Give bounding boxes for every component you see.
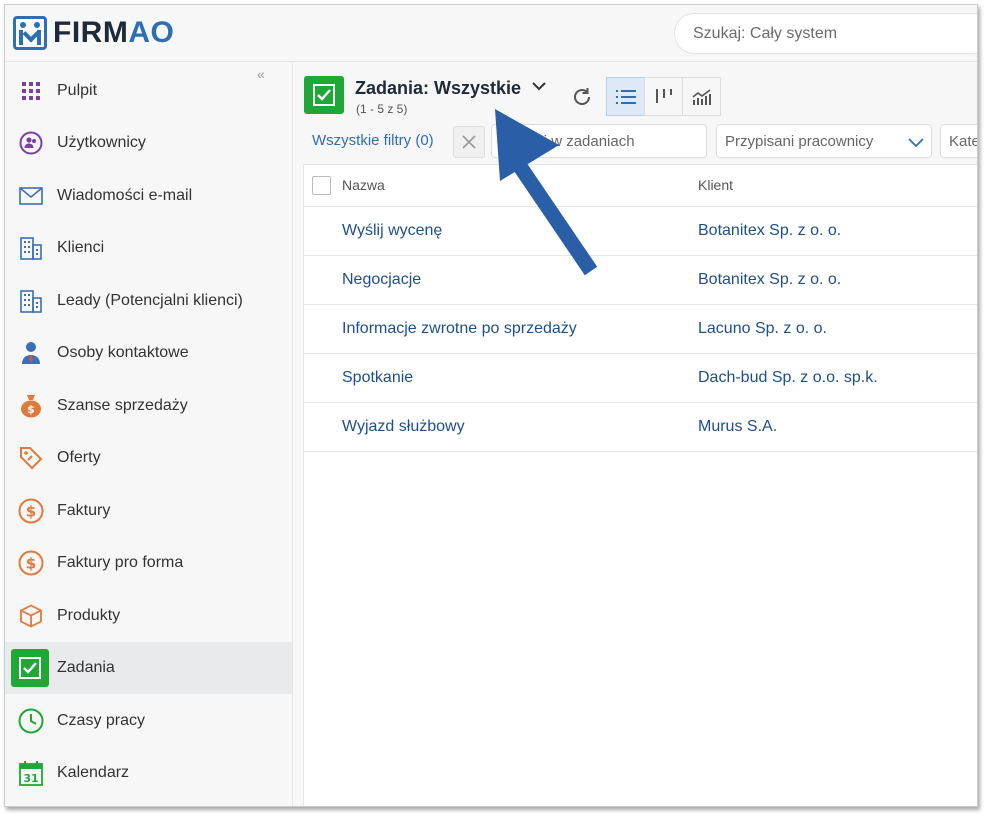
list-view-button[interactable] <box>606 77 645 116</box>
table-row[interactable]: Wyjazd służbowy Murus S.A. <box>304 403 977 452</box>
sidebar-item-label: Produkty <box>57 607 121 624</box>
table-row[interactable]: Wyślij wycenę Botanitex Sp. z o. o. <box>304 207 977 256</box>
checkbox-icon <box>11 649 49 687</box>
chevron-down-icon[interactable] <box>531 78 547 99</box>
app-window: FIRMAO Szukaj: Cały system « Pulpit Użyt… <box>4 4 978 807</box>
tasks-table: Nazwa Klient Wyślij wycenę Botanitex Sp.… <box>303 164 977 806</box>
sidebar-item-label: Faktury pro forma <box>57 554 184 571</box>
view-switcher <box>606 77 721 116</box>
sidebar-item-label: Pulpit <box>57 82 98 99</box>
sidebar-item-osoby[interactable]: Osoby kontaktowe <box>5 327 292 379</box>
select-all-checkbox[interactable] <box>312 176 331 195</box>
close-icon <box>462 135 476 149</box>
category-select[interactable]: Kategoria <box>940 124 977 158</box>
main-content: Zadania: Wszystkie (1 - 5 z 5) Wszystkie… <box>293 62 977 806</box>
sidebar-item-label: Wiadomości e-mail <box>57 187 193 204</box>
task-search-input[interactable]: Szukaj w zadaniach <box>491 124 707 158</box>
filter-bar: Wszystkie filtry (0) Szukaj w zadaniach … <box>293 124 977 160</box>
sidebar-item-label: Leady (Potencjalni klienci) <box>57 292 243 309</box>
sidebar-item-czasy-pracy[interactable]: Czasy pracy <box>5 695 292 747</box>
client-link[interactable]: Murus S.A. <box>698 418 777 436</box>
kanban-view-button[interactable] <box>644 77 683 116</box>
sidebar-item-oferty[interactable]: Oferty <box>5 432 292 484</box>
assigned-select-label: Przypisani pracownicy <box>725 133 874 150</box>
sidebar-item-label: Klienci <box>57 239 105 256</box>
sidebar-item-label: Czasy pracy <box>57 712 146 729</box>
sidebar-item-pulpit[interactable]: Pulpit <box>5 65 292 117</box>
box-icon <box>18 603 44 629</box>
money-bag-icon: $ <box>18 393 44 419</box>
sidebar-item-klienci[interactable]: Klienci <box>5 222 292 274</box>
sidebar-item-uzytkownicy[interactable]: Użytkownicy <box>5 117 292 169</box>
grid-dots-icon <box>18 78 44 104</box>
logo-text: FIRMAO <box>53 16 175 49</box>
svg-text:$: $ <box>26 503 36 521</box>
sidebar-item-label: Oferty <box>57 449 101 466</box>
sidebar-item-leady[interactable]: Leady (Potencjalni klienci) <box>5 275 292 327</box>
sidebar-item-szanse[interactable]: $ Szanse sprzedaży <box>5 380 292 432</box>
assigned-employees-select[interactable]: Przypisani pracownicy <box>716 124 932 158</box>
task-name-link[interactable]: Spotkanie <box>342 369 413 387</box>
calendar-icon: 31 <box>18 760 44 786</box>
sidebar-item-label: Szanse sprzedaży <box>57 397 188 414</box>
client-link[interactable]: Lacuno Sp. z o. o. <box>698 320 827 338</box>
sidebar-item-faktury-pro-forma[interactable]: $ Faktury pro forma <box>5 537 292 589</box>
sidebar-item-label: Użytkownicy <box>57 134 146 151</box>
clear-filters-button[interactable] <box>453 126 485 158</box>
task-name-link[interactable]: Negocjacje <box>342 271 421 289</box>
client-link[interactable]: Dach-bud Sp. z o.o. sp.k. <box>698 369 878 387</box>
record-count: (1 - 5 z 5) <box>356 102 408 116</box>
chevron-down-icon <box>907 133 925 155</box>
sidebar-item-label: Kalendarz <box>57 764 130 781</box>
task-name-link[interactable]: Informacje zwrotne po sprzedaży <box>342 320 577 338</box>
sidebar-item-wiadomosci[interactable]: Wiadomości e-mail <box>5 170 292 222</box>
users-circle-icon <box>18 130 44 156</box>
task-name-link[interactable]: Wyślij wycenę <box>342 222 442 240</box>
global-search-input[interactable]: Szukaj: Cały system <box>674 13 977 54</box>
svg-text:31: 31 <box>23 772 38 785</box>
building-icon <box>18 235 44 261</box>
sidebar-item-kalendarz[interactable]: 31 Kalendarz <box>5 747 292 799</box>
chart-view-button[interactable] <box>682 77 721 116</box>
refresh-icon[interactable] <box>571 86 593 113</box>
svg-text:$: $ <box>26 555 36 573</box>
client-link[interactable]: Botanitex Sp. z o. o. <box>698 271 841 289</box>
table-row[interactable]: Negocjacje Botanitex Sp. z o. o. <box>304 256 977 305</box>
table-header: Nazwa Klient <box>304 165 977 207</box>
sidebar: « Pulpit Użytkownicy Wiadomości e-mail K… <box>5 62 293 806</box>
envelope-icon <box>18 183 44 209</box>
sidebar-item-label: Faktury <box>57 502 111 519</box>
kanban-icon <box>655 88 672 103</box>
sidebar-item-zadania[interactable]: Zadania <box>5 642 292 694</box>
dollar-coin-icon: $ <box>18 498 44 524</box>
sidebar-item-produkty[interactable]: Produkty <box>5 590 292 642</box>
sidebar-item-label: Osoby kontaktowe <box>57 344 189 361</box>
chart-icon <box>692 88 711 105</box>
clock-icon <box>18 708 44 734</box>
task-name-link[interactable]: Wyjazd służbowy <box>342 418 465 436</box>
logo-mark-icon <box>13 16 47 50</box>
tasks-checkbox-icon <box>304 76 344 114</box>
firmao-logo[interactable]: FIRMAO <box>13 16 174 50</box>
svg-text:$: $ <box>27 403 35 416</box>
person-icon <box>18 340 44 366</box>
dollar-coin-icon: $ <box>18 550 44 576</box>
sidebar-item-label: Zadania <box>57 659 115 676</box>
column-header-client[interactable]: Klient <box>698 177 733 193</box>
client-link[interactable]: Botanitex Sp. z o. o. <box>698 222 841 240</box>
tag-icon <box>18 445 44 471</box>
all-filters-link[interactable]: Wszystkie filtry (0) <box>312 132 434 149</box>
sidebar-item-faktury[interactable]: $ Faktury <box>5 485 292 537</box>
table-row[interactable]: Informacje zwrotne po sprzedaży Lacuno S… <box>304 305 977 354</box>
column-header-name[interactable]: Nazwa <box>342 177 385 193</box>
list-icon <box>615 89 636 104</box>
building-icon <box>18 288 44 314</box>
top-bar: FIRMAO Szukaj: Cały system <box>5 5 977 62</box>
page-title[interactable]: Zadania: Wszystkie <box>355 78 521 99</box>
table-row[interactable]: Spotkanie Dach-bud Sp. z o.o. sp.k. <box>304 354 977 403</box>
